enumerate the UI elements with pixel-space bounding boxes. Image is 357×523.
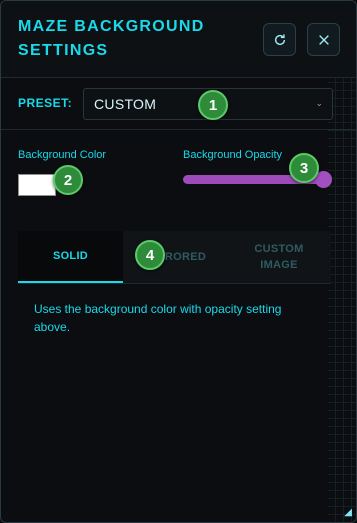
refresh-icon xyxy=(274,33,285,45)
tab-custom-image-label: CUSTOM IMAGE xyxy=(254,243,304,271)
background-color-label: Background Color xyxy=(18,149,107,161)
panel-header: MAZE BACKGROUND SETTINGS xyxy=(1,1,356,78)
mode-tabs: SOLID MIRRORED CUSTOM IMAGE xyxy=(18,231,331,284)
annotation-marker-2: 2 xyxy=(53,165,83,195)
annotation-marker-3: 3 xyxy=(289,153,319,183)
tab-custom-image[interactable]: CUSTOM IMAGE xyxy=(227,231,331,283)
maze-decoration xyxy=(328,71,356,522)
tab-solid-label: SOLID xyxy=(52,250,89,262)
annotation-marker-1: 1 xyxy=(198,90,228,120)
close-icon xyxy=(318,34,329,45)
preset-value: CUSTOM xyxy=(94,96,157,112)
background-color-swatch[interactable] xyxy=(18,174,56,196)
close-button[interactable] xyxy=(307,23,340,56)
resize-handle-icon[interactable]: ◢ xyxy=(344,507,352,518)
annotation-marker-4: 4 xyxy=(135,240,165,270)
mode-description: Uses the background color with opacity s… xyxy=(34,302,282,334)
panel-title: MAZE BACKGROUND SETTINGS xyxy=(18,18,205,59)
tab-solid[interactable]: SOLID xyxy=(18,231,123,283)
reset-button[interactable] xyxy=(263,23,296,56)
background-opacity-label: Background Opacity xyxy=(183,149,283,161)
settings-panel: MAZE BACKGROUND SETTINGS PRESET: CUSTOM … xyxy=(0,0,357,523)
preset-label: PRESET: xyxy=(18,96,73,110)
chevron-down-icon: ⌄ xyxy=(315,98,323,108)
